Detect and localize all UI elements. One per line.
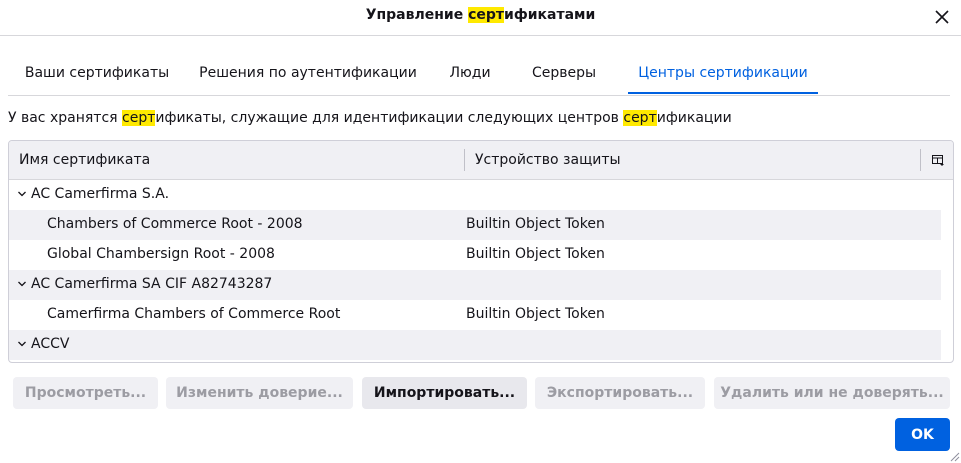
- certificate-row[interactable]: Global Chambersign Root - 2008 Builtin O…: [9, 240, 941, 270]
- chevron-down-icon[interactable]: [17, 189, 27, 199]
- resize-grip-icon[interactable]: [950, 452, 960, 462]
- security-device: Builtin Object Token: [466, 306, 605, 322]
- certificate-name: Camerfirma Chambers of Commerce Root: [47, 306, 341, 322]
- certificate-row[interactable]: Chambers of Commerce Root - 2008 Builtin…: [9, 210, 941, 240]
- column-header-name[interactable]: Имя сертификата: [19, 152, 150, 168]
- dialog-title: Управление сертификатами: [365, 7, 596, 23]
- column-resizer[interactable]: [920, 149, 921, 171]
- table-header: Имя сертификата Устройство защиты: [9, 141, 953, 180]
- tab-authentication-decisions[interactable]: Решения по аутентификации: [196, 52, 420, 94]
- delete-or-distrust-button[interactable]: Удалить или не доверять...: [714, 377, 950, 409]
- certificate-tree[interactable]: Имя сертификата Устройство защиты AC Cam…: [8, 140, 954, 363]
- import-button[interactable]: Импортировать...: [362, 377, 527, 409]
- close-icon[interactable]: [930, 5, 954, 29]
- certificate-row[interactable]: Camerfirma Chambers of Commerce Root Bui…: [9, 300, 941, 330]
- chevron-down-icon[interactable]: [17, 339, 27, 349]
- security-device: Builtin Object Token: [466, 246, 605, 262]
- chevron-down-icon[interactable]: [17, 279, 27, 289]
- export-button[interactable]: Экспортировать...: [535, 377, 705, 409]
- ok-button[interactable]: OK: [895, 418, 950, 451]
- group-name: ACCV: [31, 336, 70, 352]
- tab-people[interactable]: Люди: [440, 52, 500, 94]
- tree-group-row[interactable]: AC Camerfirma SA CIF A82743287: [9, 270, 941, 300]
- security-device: Builtin Object Token: [466, 216, 605, 232]
- divider: [0, 35, 961, 36]
- column-header-device[interactable]: Устройство защиты: [475, 152, 621, 168]
- group-name: AC Camerfirma SA CIF A82743287: [31, 276, 273, 292]
- tree-group-row[interactable]: AC Camerfirma S.A.: [9, 180, 941, 210]
- search-highlight: серт: [468, 7, 505, 23]
- description-text: У вас хранятся сертификаты, служащие для…: [8, 110, 732, 126]
- group-name: AC Camerfirma S.A.: [31, 186, 170, 202]
- edit-trust-button[interactable]: Изменить доверие...: [166, 377, 353, 409]
- tab-servers[interactable]: Серверы: [520, 52, 608, 94]
- view-button[interactable]: Просмотреть...: [13, 377, 158, 409]
- tab-your-certificates[interactable]: Ваши сертификаты: [16, 52, 178, 94]
- dialog-titlebar: Управление сертификатами: [0, 0, 961, 35]
- certificate-name: Chambers of Commerce Root - 2008: [47, 216, 303, 232]
- certificate-name: Global Chambersign Root - 2008: [47, 246, 275, 262]
- tab-authorities[interactable]: Центры сертификации: [628, 52, 818, 94]
- column-resizer[interactable]: [464, 149, 465, 171]
- tab-bar: Ваши сертификаты Решения по аутентификац…: [8, 52, 950, 96]
- column-picker-icon[interactable]: [931, 153, 945, 167]
- tree-group-row[interactable]: ACCV: [9, 330, 941, 360]
